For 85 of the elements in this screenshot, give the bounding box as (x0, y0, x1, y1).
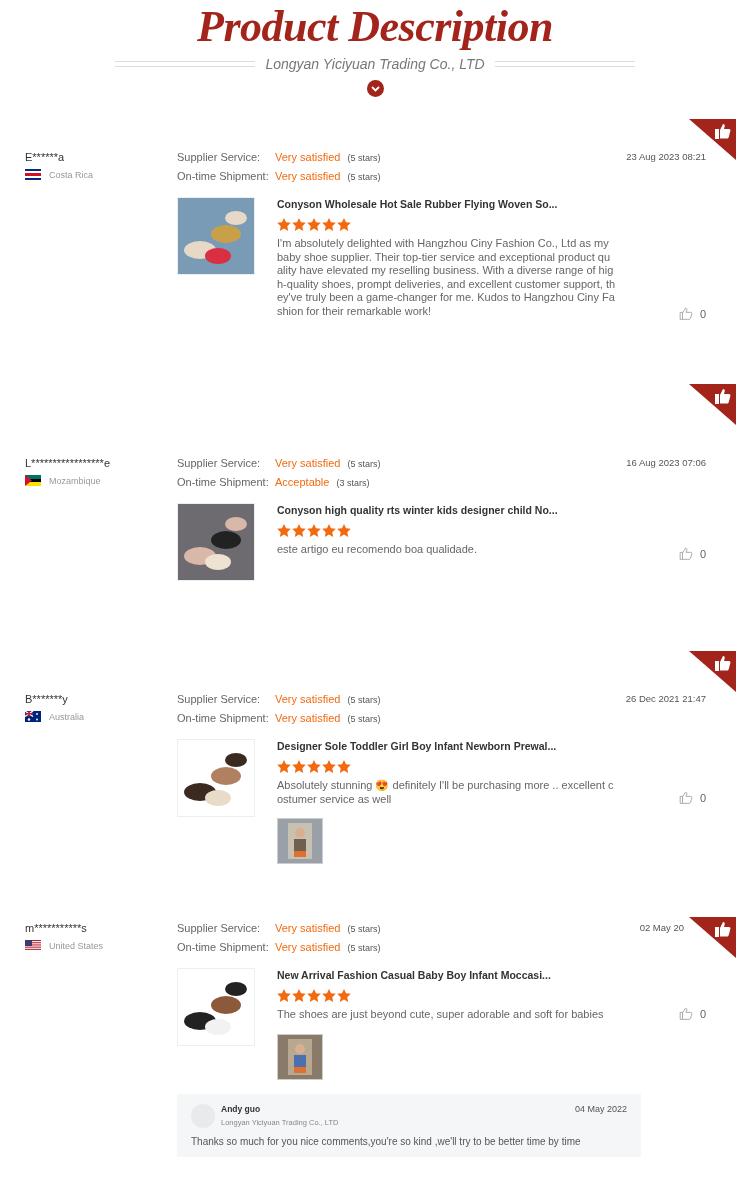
like-count: 0 (699, 791, 706, 804)
star-icon (292, 989, 306, 1002)
star-icon (277, 760, 291, 773)
rating-label: Supplier Service: (177, 457, 262, 469)
star-icon (292, 218, 306, 231)
page-title: Product Description (197, 2, 553, 52)
reviewer-name: L*****************e (25, 457, 111, 469)
star-icon (292, 760, 306, 773)
product-title[interactable]: New Arrival Fashion Casual Baby Boy Infant Moccasi... (277, 969, 616, 981)
reply-date: 04 May 2022 (574, 1103, 627, 1116)
star-icon (307, 218, 321, 231)
rating-stars-note: (5 stars) (347, 943, 382, 953)
review-date: 16 Aug 2023 07:06 (626, 457, 706, 468)
flag-icon (25, 475, 41, 486)
review-comment: The shoes are just beyond cute, super adorable and soft for babies (277, 1008, 605, 1022)
thumbs-up-icon[interactable] (678, 307, 693, 320)
product-title[interactable]: Designer Sole Toddler Girl Boy Infant Newborn Prewal... (277, 740, 616, 752)
reply-text: Thanks so much for you nice comments,you're so kind ,we'll try to be better time by time (191, 1135, 582, 1147)
rating-value: Very satisfied (275, 712, 341, 724)
rating-value: Very satisfied (275, 693, 341, 705)
review-date: 02 May 20 (639, 922, 684, 933)
thumbs-up-icon[interactable] (678, 1007, 693, 1020)
flag-icon (25, 169, 41, 180)
thumbs-up-icon[interactable] (678, 791, 693, 804)
rating-stars-note: (3 stars) (336, 478, 371, 488)
rating-label: On-time Shipment: (177, 476, 270, 488)
reply-author: Andy guo (221, 1103, 262, 1114)
thumbs-up-badge-icon (689, 651, 736, 692)
star-icon (337, 989, 351, 1002)
reviewer-name: E******a (25, 151, 66, 163)
flag-icon (25, 940, 41, 951)
thumbs-up-badge-icon (689, 917, 736, 958)
product-title[interactable]: Conyson Wholesale Hot Sale Rubber Flying Woven So... (277, 198, 616, 210)
thumbs-up-icon[interactable] (678, 547, 693, 560)
rating-value: Very satisfied (275, 941, 341, 953)
rating-label: On-time Shipment: (177, 712, 270, 724)
country-name: Costa Rica (49, 169, 93, 180)
rating-label: Supplier Service: (177, 922, 262, 934)
rating-label: On-time Shipment: (177, 170, 270, 182)
rating-value: Very satisfied (275, 170, 341, 182)
rating-value: Very satisfied (275, 922, 341, 934)
like-count: 0 (699, 307, 706, 320)
reviewer-name: m***********s (25, 922, 88, 934)
thumbs-up-badge-icon (689, 384, 736, 425)
rating-label: Supplier Service: (177, 151, 262, 163)
rating-stars-note: (5 stars) (347, 172, 382, 182)
star-icon (322, 524, 336, 537)
rating-value: Very satisfied (275, 457, 341, 469)
rating-label: On-time Shipment: (177, 941, 270, 953)
rating-stars-note: (5 stars) (347, 153, 382, 163)
star-icon (337, 218, 351, 231)
rating-value: Acceptable (275, 476, 330, 488)
star-icon (277, 218, 291, 231)
flag-icon (25, 711, 41, 722)
star-icon (277, 989, 291, 1002)
rating-value: Very satisfied (275, 151, 341, 163)
star-icon (277, 524, 291, 537)
rating-label: Supplier Service: (177, 693, 262, 705)
review-date: 26 Dec 2021 21:47 (625, 693, 706, 704)
review-comment: Absolutely stunning 😍 definitely I'll be purchasing more .. excellent costumer service as well (277, 779, 615, 807)
star-icon (292, 524, 306, 537)
chevron-down-icon[interactable] (366, 80, 384, 97)
review-comment: I'm absolutely delighted with Hangzhou Ciny Fashion Co., Ltd as my baby shoe supplier. Their top-tier service and exceptional product quality have elevated my reselling business. With a diverse range of high-quality shoes, prompt deliveries, and excellent customer support, they've truly been a game-changer for me. Kudos to Hangzhou Ciny Fashion for their remarkable work! (277, 237, 616, 319)
star-icon (337, 524, 351, 537)
review-date: 23 Aug 2023 08:21 (626, 151, 706, 162)
rating-stars-note: (5 stars) (347, 459, 382, 469)
product-title[interactable]: Conyson high quality rts winter kids designer child No... (277, 504, 616, 516)
star-icon (322, 218, 336, 231)
rating-stars-note: (5 stars) (347, 695, 382, 705)
country-name: United States (49, 940, 104, 951)
like-count: 0 (699, 547, 706, 560)
star-icon (307, 989, 321, 1002)
country-name: Australia (49, 711, 84, 722)
star-icon (307, 760, 321, 773)
like-count: 0 (699, 1007, 706, 1020)
rating-stars-note: (5 stars) (347, 714, 382, 724)
review-comment: este artigo eu recomendo boa qualidade. (277, 543, 478, 557)
star-icon (322, 760, 336, 773)
country-name: Mozambique (49, 475, 101, 486)
company-subtitle: Longyan Yiciyuan Trading Co., LTD (265, 56, 485, 72)
reviewer-name: B*******y (25, 693, 69, 705)
star-icon (307, 524, 321, 537)
rating-stars-note: (5 stars) (347, 924, 382, 934)
star-icon (337, 760, 351, 773)
star-icon (322, 989, 336, 1002)
